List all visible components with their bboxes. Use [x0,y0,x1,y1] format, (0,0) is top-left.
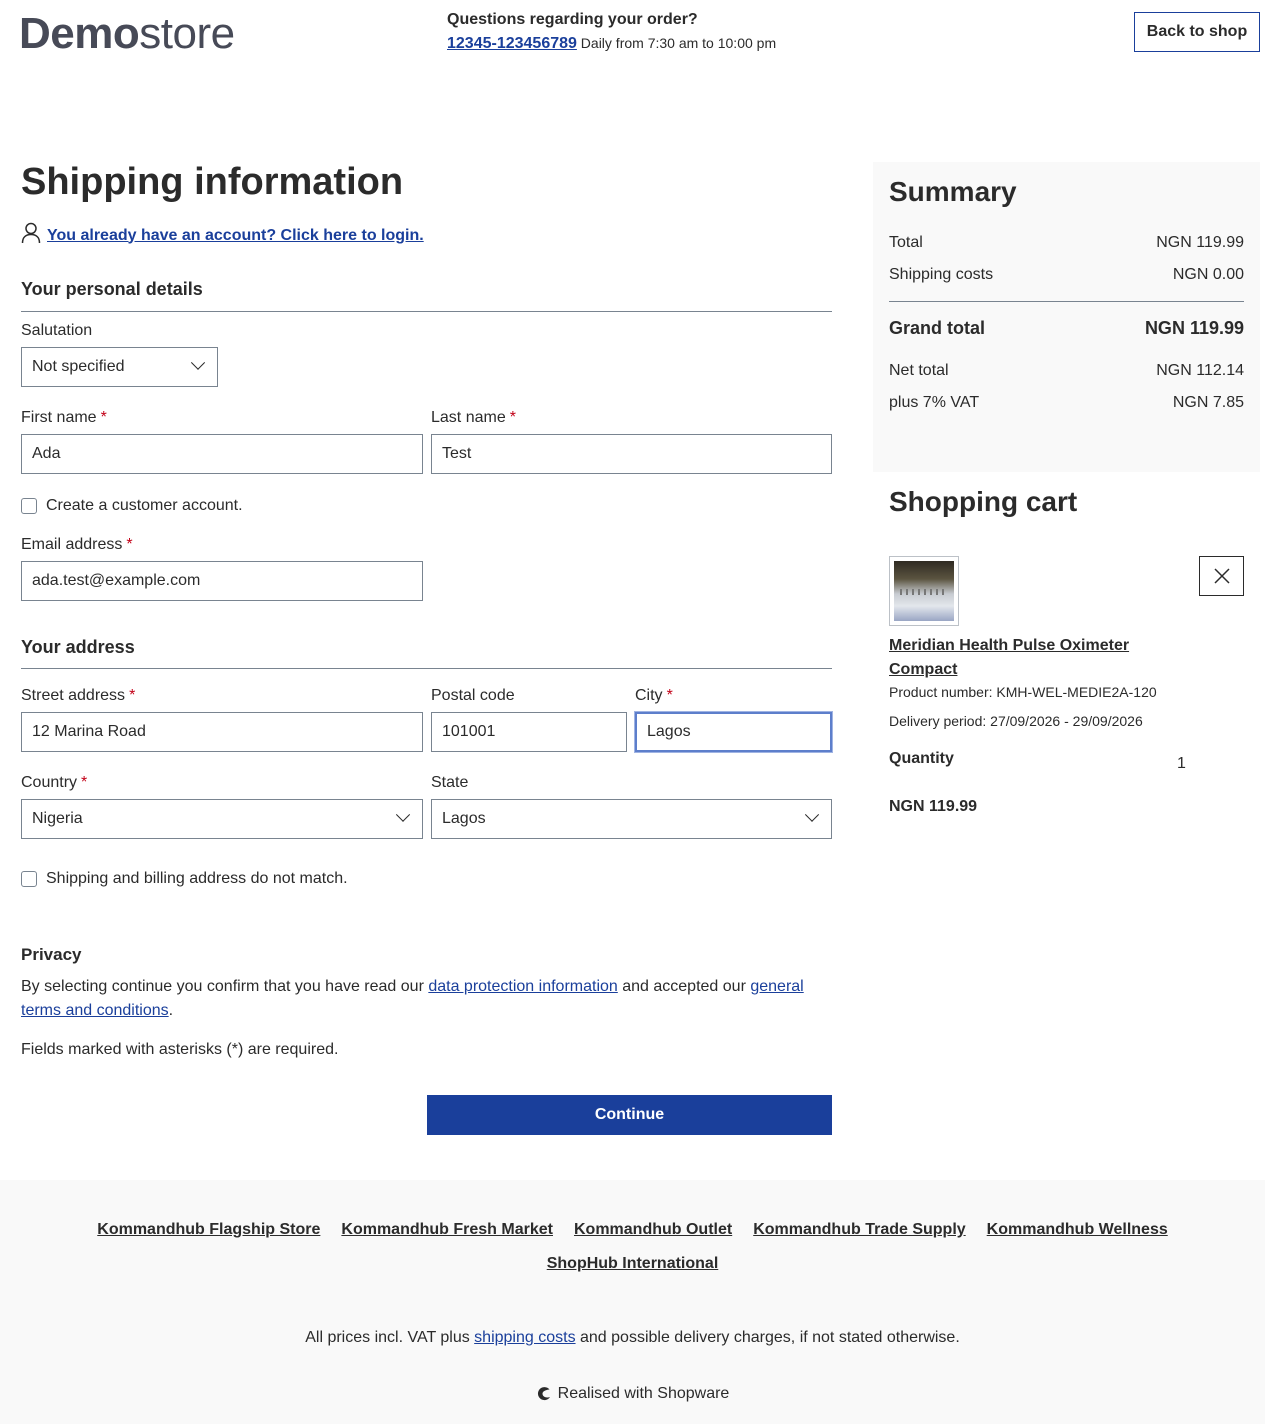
summary-total-row: Total NGN 119.99 [889,234,1244,251]
shipping-costs-link[interactable]: shipping costs [474,1329,575,1346]
shopware-icon [537,1387,550,1401]
summary-panel [873,162,1260,472]
summary-shipping-row: Shipping costs NGN 0.00 [889,266,1244,283]
realised-with-shopware[interactable]: Realised with Shopware [0,1385,1265,1403]
summary-net-row: Net total NGN 112.14 [889,362,1244,379]
state-label: State [431,774,469,791]
salutation-select[interactable]: Not specified [21,347,218,387]
email-label: Email address * [21,536,133,553]
footer-link[interactable]: Kommandhub Fresh Market [341,1218,553,1242]
first-name-input[interactable]: Ada [21,434,423,474]
page-title: Shipping information [21,161,404,203]
street-label: Street address * [21,687,136,704]
questions-title: Questions regarding your order? [447,11,698,28]
postal-input[interactable]: 101001 [431,712,627,752]
country-select[interactable]: Nigeria [21,799,423,839]
product-number: Product number: KMH-WEL-MEDIE2A-120 [889,684,1157,700]
country-label: Country * [21,774,88,791]
user-icon [21,222,41,249]
login-link[interactable]: You already have an account? Click here … [47,227,424,245]
city-label: City * [635,687,673,704]
postal-label: Postal code [431,687,515,704]
item-price: NGN 119.99 [889,798,978,815]
divider [21,668,832,669]
last-name-label: Last name * [431,409,516,426]
back-to-shop-button[interactable]: Back to shop [1134,12,1260,52]
billing-mismatch-checkbox[interactable] [21,871,37,887]
hours-text: Daily from 7:30 am to 10:00 pm [580,35,777,51]
product-name-link[interactable]: Meridian Health Pulse Oximeter Compact [889,634,1189,682]
privacy-title: Privacy [21,945,82,964]
cart-title: Shopping cart [889,486,1078,517]
create-account-checkbox[interactable] [21,498,37,514]
footer-links: Kommandhub Flagship Store Kommandhub Fre… [0,1218,1265,1276]
chevron-down-icon [395,807,411,822]
chevron-down-icon [804,807,820,822]
remove-item-button[interactable] [1199,556,1244,596]
personal-details-title: Your personal details [21,279,203,299]
footer-link[interactable]: Kommandhub Outlet [574,1218,732,1242]
create-account-option[interactable]: Create a customer account. [21,497,243,515]
summary-title: Summary [889,176,1017,207]
street-input[interactable]: 12 Marina Road [21,712,423,752]
privacy-text: By selecting continue you confirm that y… [21,978,804,1019]
summary-grand-row: Grand total NGN 119.99 [889,318,1244,338]
footer-link[interactable]: Kommandhub Flagship Store [97,1218,320,1242]
phone-link[interactable]: 12345-123456789 [447,35,577,52]
summary-vat-row: plus 7% VAT NGN 7.85 [889,394,1244,411]
state-select[interactable]: Lagos [431,799,832,839]
billing-mismatch-option[interactable]: Shipping and billing address do not matc… [21,870,348,888]
quantity-label: Quantity [889,750,954,767]
footer-link[interactable]: Kommandhub Wellness [987,1218,1168,1242]
chevron-down-icon [190,355,206,370]
footer-link[interactable]: ShopHub International [547,1252,719,1276]
vat-notice: All prices incl. VAT plus shipping costs… [305,1329,960,1346]
salutation-label: Salutation [21,322,93,339]
quantity-value: 1 [1177,755,1186,772]
required-note: Fields marked with asterisks (*) are req… [21,1041,339,1058]
product-thumbnail[interactable] [889,556,959,626]
first-name-label: First name * [21,409,107,426]
logo[interactable]: Demostore [19,10,235,58]
divider [21,311,832,312]
divider [889,301,1244,302]
delivery-period: Delivery period: 27/09/2026 - 29/09/2026 [889,713,1143,729]
data-protection-link[interactable]: data protection information [428,978,617,995]
close-icon [1213,568,1230,584]
city-input[interactable]: Lagos [635,712,832,752]
continue-button[interactable]: Continue [427,1095,832,1135]
login-row: You already have an account? Click here … [21,222,424,249]
footer-link[interactable]: Kommandhub Trade Supply [753,1218,965,1242]
hotline: 12345-123456789 Daily from 7:30 am to 10… [447,35,776,53]
last-name-input[interactable]: Test [431,434,832,474]
email-input[interactable]: ada.test@example.com [21,561,423,601]
address-title: Your address [21,637,135,657]
